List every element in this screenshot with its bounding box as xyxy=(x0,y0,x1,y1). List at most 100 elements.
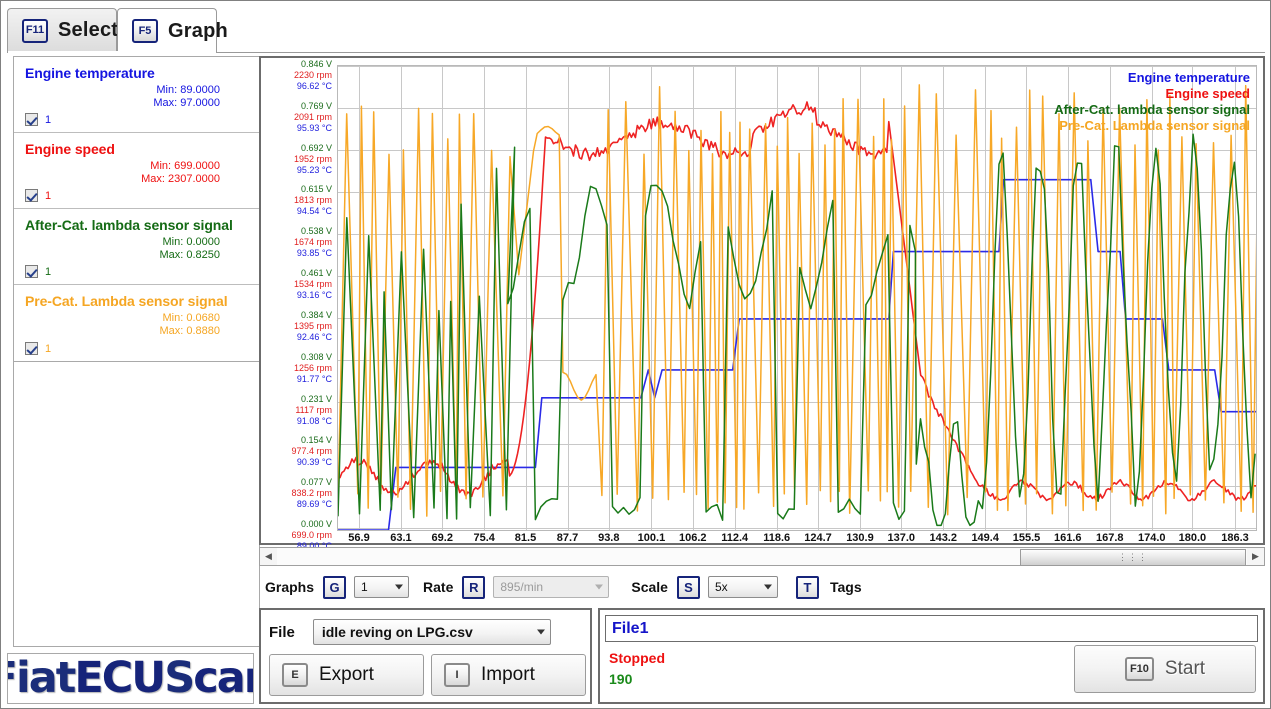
start-button-label: Start xyxy=(1164,658,1206,679)
y-tick-rpm: 2091 rpm xyxy=(293,111,332,122)
sensor-min: Min: 89.0000 xyxy=(156,84,220,96)
y-tick-rpm: 977.4 rpm xyxy=(291,446,332,457)
x-axis-tick: 100.1 xyxy=(637,532,666,544)
graph-controls-bar: Graphs G 1 Rate R 895/min Scale S 5x T T… xyxy=(259,571,1265,603)
sensor-max: Max: 0.8880 xyxy=(159,325,220,337)
scroll-left-arrow-icon[interactable]: ◀ xyxy=(260,548,277,565)
y-tick-volt: 0.154 V xyxy=(300,435,332,446)
file-panel: File idle reving on LPG.csv E Export I I… xyxy=(259,608,592,704)
app-logo-container: FiatECUScan xyxy=(7,653,254,704)
sensor-list: Engine temperature Min: 89.0000 Max: 97.… xyxy=(13,56,260,362)
x-axis-tick: 130.9 xyxy=(846,532,874,544)
tab-select[interactable]: F11 Select xyxy=(7,8,119,52)
y-axis-tick: 0.154 V 977.4 rpm 90.39 °C xyxy=(291,435,332,468)
x-axis-tick: 87.7 xyxy=(556,532,579,544)
chevron-down-icon xyxy=(595,584,604,590)
scroll-right-arrow-icon[interactable]: ▶ xyxy=(1247,548,1264,565)
sensor-checkbox[interactable] xyxy=(25,342,38,355)
main-content: 0.846 V 2230 rpm 96.62 °C 0.769 V 2091 rpm 95… xyxy=(259,56,1265,704)
scale-hotkey-button[interactable]: S xyxy=(676,575,700,599)
y-tick-volt: 0.077 V xyxy=(300,477,332,488)
file-select-row: File idle reving on LPG.csv xyxy=(269,619,551,645)
y-tick-rpm: 1674 rpm xyxy=(293,237,332,248)
chart-inner: 0.846 V 2230 rpm 96.62 °C 0.769 V 2091 rpm 95… xyxy=(263,59,1263,551)
sensor-checkbox[interactable] xyxy=(25,265,38,278)
log-name-input[interactable]: File1 xyxy=(605,615,1258,642)
import-button[interactable]: I Import xyxy=(431,654,586,696)
logo-part-s: S xyxy=(164,653,195,703)
start-button[interactable]: F10 Start xyxy=(1074,645,1256,693)
y-tick-temp: 91.08 °C xyxy=(296,415,332,426)
x-axis-tick: 112.4 xyxy=(721,532,749,544)
graphs-count-select[interactable]: 1 xyxy=(354,576,410,598)
sensor-card-engine-temperature[interactable]: Engine temperature Min: 89.0000 Max: 97.… xyxy=(14,57,259,133)
x-axis-tick: 106.2 xyxy=(678,532,707,544)
file-select[interactable]: idle reving on LPG.csv xyxy=(312,619,551,645)
import-hotkey-icon: I xyxy=(444,663,470,687)
y-tick-temp: 93.85 °C xyxy=(296,248,332,259)
sensor-card-engine-speed[interactable]: Engine speed Min: 699.0000 Max: 2307.000… xyxy=(14,133,259,209)
y-tick-rpm: 1395 rpm xyxy=(293,320,332,331)
y-axis-tick: 0.384 V 1395 rpm 92.46 °C xyxy=(294,310,332,343)
chart-horizontal-scrollbar[interactable]: ◀ ⋮⋮⋮ ▶ xyxy=(259,547,1265,566)
scale-label: Scale xyxy=(631,579,668,595)
y-tick-rpm: 699.0 rpm xyxy=(291,530,332,540)
graphs-hotkey-button[interactable]: G xyxy=(323,575,347,599)
logo-part-can: can xyxy=(193,653,253,703)
x-axis-tick: 75.4 xyxy=(473,532,495,544)
export-button[interactable]: E Export xyxy=(269,654,424,696)
sensor-checkbox[interactable] xyxy=(25,189,38,202)
y-tick-temp: 90.39 °C xyxy=(296,457,332,468)
scrollbar-track[interactable]: ⋮⋮⋮ xyxy=(277,548,1247,566)
y-axis-tick: 0.231 V 1117 rpm 91.08 °C xyxy=(295,394,332,427)
y-tick-volt: 0.000 V xyxy=(300,519,332,529)
tab-active-notch xyxy=(8,51,122,54)
y-tick-volt: 0.615 V xyxy=(300,184,332,195)
tab-graph[interactable]: F5 Graph xyxy=(117,8,228,53)
y-tick-volt: 0.231 V xyxy=(300,393,332,404)
sensor-card-pre-cat-lambda[interactable]: Pre-Cat. Lambda sensor signal Min: 0.068… xyxy=(14,285,259,361)
y-tick-temp: 96.62 °C xyxy=(296,81,332,91)
tab-bar: F11 Select F5 Graph xyxy=(7,8,1265,53)
status-panel: File1 Stopped 190 F10 Start xyxy=(598,608,1265,704)
x-axis-tick: 149.4 xyxy=(971,532,999,544)
tab-select-label: Select xyxy=(58,19,119,41)
sensor-card-after-cat-lambda[interactable]: After-Cat. lambda sensor signal Min: 0.0… xyxy=(14,209,259,285)
plot-area[interactable]: Engine temperature Engine speed After-Ca… xyxy=(337,65,1257,531)
sensor-count: 1 xyxy=(45,342,52,355)
y-tick-temp: 94.54 °C xyxy=(296,206,332,217)
file-label: File xyxy=(269,623,295,641)
fiatecuscan-logo: FiatECUScan xyxy=(8,657,253,700)
scrollbar-thumb[interactable]: ⋮⋮⋮ xyxy=(1020,549,1246,566)
scale-value: 5x xyxy=(714,580,728,594)
sidebar: Engine temperature Min: 89.0000 Max: 97.… xyxy=(7,56,260,647)
y-tick-temp: 95.23 °C xyxy=(296,164,332,175)
x-axis-labels: 56.9 63.1 69.2 75.4 81.5 87.7 93.8 100.1 106.2 11… xyxy=(337,532,1257,546)
rate-select: 895/min xyxy=(493,576,610,598)
scale-select[interactable]: 5x xyxy=(707,576,778,598)
rate-value: 895/min xyxy=(500,580,544,594)
tags-hotkey-button[interactable]: T xyxy=(795,575,819,599)
sensor-count: 1 xyxy=(45,113,52,126)
logo-part-ecu: ECU xyxy=(74,653,166,703)
sensor-count: 1 xyxy=(45,189,52,202)
x-axis-tick: 180.0 xyxy=(1178,532,1207,544)
x-axis-tick: 69.2 xyxy=(431,532,453,544)
y-tick-rpm: 1534 rpm xyxy=(293,279,332,290)
rate-label: Rate xyxy=(423,579,454,595)
status-text: Stopped xyxy=(609,650,665,666)
x-axis-tick: 124.7 xyxy=(804,532,832,544)
sensor-checkbox[interactable] xyxy=(25,113,38,126)
sensor-name: Pre-Cat. Lambda sensor signal xyxy=(25,293,228,309)
y-tick-temp: 89.69 °C xyxy=(296,499,332,510)
data-traces xyxy=(338,84,1256,530)
tags-label: Tags xyxy=(829,579,862,595)
f5-key-icon: F5 xyxy=(132,19,158,43)
y-tick-rpm: 1813 rpm xyxy=(293,195,332,206)
y-tick-rpm: 1952 rpm xyxy=(293,153,332,164)
sensor-max: Max: 97.0000 xyxy=(153,97,220,109)
y-axis-tick: 0.461 V 1534 rpm 93.16 °C xyxy=(294,268,332,301)
sensor-name: Engine speed xyxy=(25,141,115,157)
log-name-value: File1 xyxy=(612,619,649,637)
rate-hotkey-button[interactable]: R xyxy=(462,575,486,599)
